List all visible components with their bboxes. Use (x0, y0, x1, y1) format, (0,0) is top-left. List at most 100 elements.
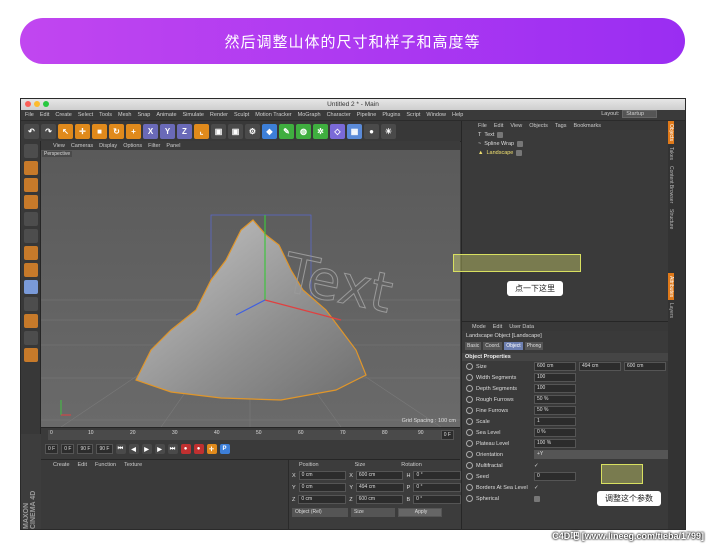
menu-animate[interactable]: Animate (156, 112, 176, 118)
viewport[interactable]: View Cameras Display Options Filter Pane… (41, 141, 460, 427)
animate-dot-icon[interactable] (466, 418, 473, 425)
range-start-field[interactable]: 0 F (61, 444, 75, 454)
render-picture-viewer-icon[interactable]: ▣ (228, 123, 243, 139)
menu-simulate[interactable]: Simulate (183, 112, 204, 118)
live-selection-icon[interactable]: ↖ (58, 123, 73, 139)
menu-script[interactable]: Script (406, 112, 420, 118)
texture-mode-icon[interactable] (23, 178, 38, 192)
visibility-tag-icon[interactable] (517, 140, 524, 147)
close-dot[interactable] (25, 101, 31, 107)
cloner-icon[interactable]: ✲ (313, 123, 328, 139)
tweak-icon[interactable] (23, 280, 38, 294)
vp-menu-view[interactable]: View (53, 143, 65, 149)
go-to-start-icon[interactable]: ⏮ (115, 444, 126, 454)
prev-key-icon[interactable]: ◀ (128, 444, 139, 454)
sea-level-value[interactable]: 0 % (534, 428, 576, 437)
side-tab-content-browser[interactable]: Content Browser (668, 163, 674, 206)
visibility-tag-icon[interactable] (516, 149, 523, 156)
recent-tool-icon[interactable]: + (126, 123, 141, 139)
animate-dot-icon[interactable] (466, 374, 473, 381)
coord-mode-dropdown[interactable]: Object (Rel) (292, 508, 348, 517)
move-icon[interactable]: ✛ (75, 123, 90, 139)
menu-render[interactable]: Render (210, 112, 228, 118)
side-tab-objects[interactable]: Objects (668, 121, 674, 144)
menu-create[interactable]: Create (55, 112, 72, 118)
vp-menu-display[interactable]: Display (99, 143, 117, 149)
timeline-ruler[interactable]: 0 10 20 30 40 50 60 70 80 90 0 F (48, 430, 454, 440)
lock-icon[interactable] (23, 314, 38, 328)
om-menu-bookmarks[interactable]: Bookmarks (573, 123, 601, 129)
size-x-field[interactable]: 600 cm (355, 471, 404, 480)
tab-coord[interactable]: Coord. (483, 342, 503, 350)
om-menu-objects[interactable]: Objects (529, 123, 548, 129)
tab-basic[interactable]: Basic (465, 342, 482, 350)
animate-dot-icon[interactable] (466, 407, 473, 414)
size-mode-dropdown[interactable]: Size (351, 508, 395, 517)
model-mode-icon[interactable] (23, 161, 38, 175)
menu-mesh[interactable]: Mesh (118, 112, 131, 118)
points-mode-icon[interactable] (23, 212, 38, 226)
am-menu-user-data[interactable]: User Data (509, 324, 534, 330)
x-axis-icon[interactable]: X (143, 123, 158, 139)
menu-help[interactable]: Help (452, 112, 463, 118)
subdivision-icon[interactable]: ◍ (296, 123, 311, 139)
menu-tools[interactable]: Tools (99, 112, 112, 118)
record-icon[interactable]: ● (180, 444, 191, 454)
visibility-tag-icon[interactable] (497, 131, 504, 138)
size-z-value[interactable]: 600 cm (624, 362, 666, 371)
orientation-dropdown[interactable]: +Y (534, 450, 668, 459)
animate-dot-icon[interactable] (466, 451, 473, 458)
minimize-dot[interactable] (34, 101, 40, 107)
deformer-icon[interactable]: ◇ (330, 123, 345, 139)
coordinate-system-icon[interactable]: ⌞ (194, 123, 209, 139)
axis-mode-icon[interactable] (23, 263, 38, 277)
am-menu-mode[interactable]: Mode (472, 324, 486, 330)
undo-icon[interactable]: ↶ (24, 123, 39, 139)
animate-dot-icon[interactable] (466, 473, 473, 480)
scale-value[interactable]: 1 (534, 417, 576, 426)
pen-icon[interactable]: ✎ (279, 123, 294, 139)
start-frame-field[interactable]: 0 F (45, 444, 59, 454)
om-menu-edit[interactable]: Edit (494, 123, 503, 129)
fine-furrows-value[interactable]: 50 % (534, 406, 576, 415)
side-tab-takes[interactable]: Takes (668, 144, 674, 163)
key-move-icon[interactable]: ✛ (206, 444, 217, 454)
size-y-field[interactable]: 494 cm (356, 483, 404, 492)
zoom-dot[interactable] (43, 101, 49, 107)
next-key-icon[interactable]: ▶ (154, 444, 165, 454)
object-row-landscape[interactable]: ▲ Landscape (462, 148, 668, 157)
menu-select[interactable]: Select (78, 112, 93, 118)
depth-segments-value[interactable]: 100 (534, 384, 576, 393)
vp-menu-panel[interactable]: Panel (166, 143, 180, 149)
key-param-icon[interactable]: P (219, 444, 230, 454)
om-menu-file[interactable]: File (478, 123, 487, 129)
spherical-checkbox[interactable] (534, 495, 540, 502)
rotate-icon[interactable]: ↻ (109, 123, 124, 139)
size-y-value[interactable]: 494 cm (579, 362, 621, 371)
rotation-b-field[interactable]: 0 ° (413, 495, 461, 504)
om-menu-tags[interactable]: Tags (555, 123, 567, 129)
menu-motion-tracker[interactable]: Motion Tracker (255, 112, 291, 118)
vp-menu-cameras[interactable]: Cameras (71, 143, 93, 149)
position-x-field[interactable]: 0 cm (298, 471, 347, 480)
mat-menu-function[interactable]: Function (95, 462, 116, 468)
floor-icon[interactable]: ▦ (347, 123, 362, 139)
mat-menu-create[interactable]: Create (53, 462, 70, 468)
light-icon[interactable]: ☀ (381, 123, 396, 139)
om-menu-view[interactable]: View (510, 123, 522, 129)
animate-dot-icon[interactable] (466, 440, 473, 447)
scale-icon[interactable]: ■ (92, 123, 107, 139)
edges-mode-icon[interactable] (23, 229, 38, 243)
snap-icon[interactable] (23, 297, 38, 311)
tab-phong[interactable]: Phong (524, 342, 544, 350)
solo-icon[interactable] (23, 348, 38, 362)
menu-character[interactable]: Character (327, 112, 351, 118)
grid-icon[interactable] (23, 331, 38, 345)
menu-plugins[interactable]: Plugins (382, 112, 400, 118)
make-editable-icon[interactable] (23, 144, 38, 158)
animate-dot-icon[interactable] (466, 385, 473, 392)
size-x-value[interactable]: 600 cm (534, 362, 576, 371)
animate-dot-icon[interactable] (466, 363, 473, 370)
camera-icon[interactable]: ● (364, 123, 379, 139)
autokey-icon[interactable]: ● (193, 444, 204, 454)
